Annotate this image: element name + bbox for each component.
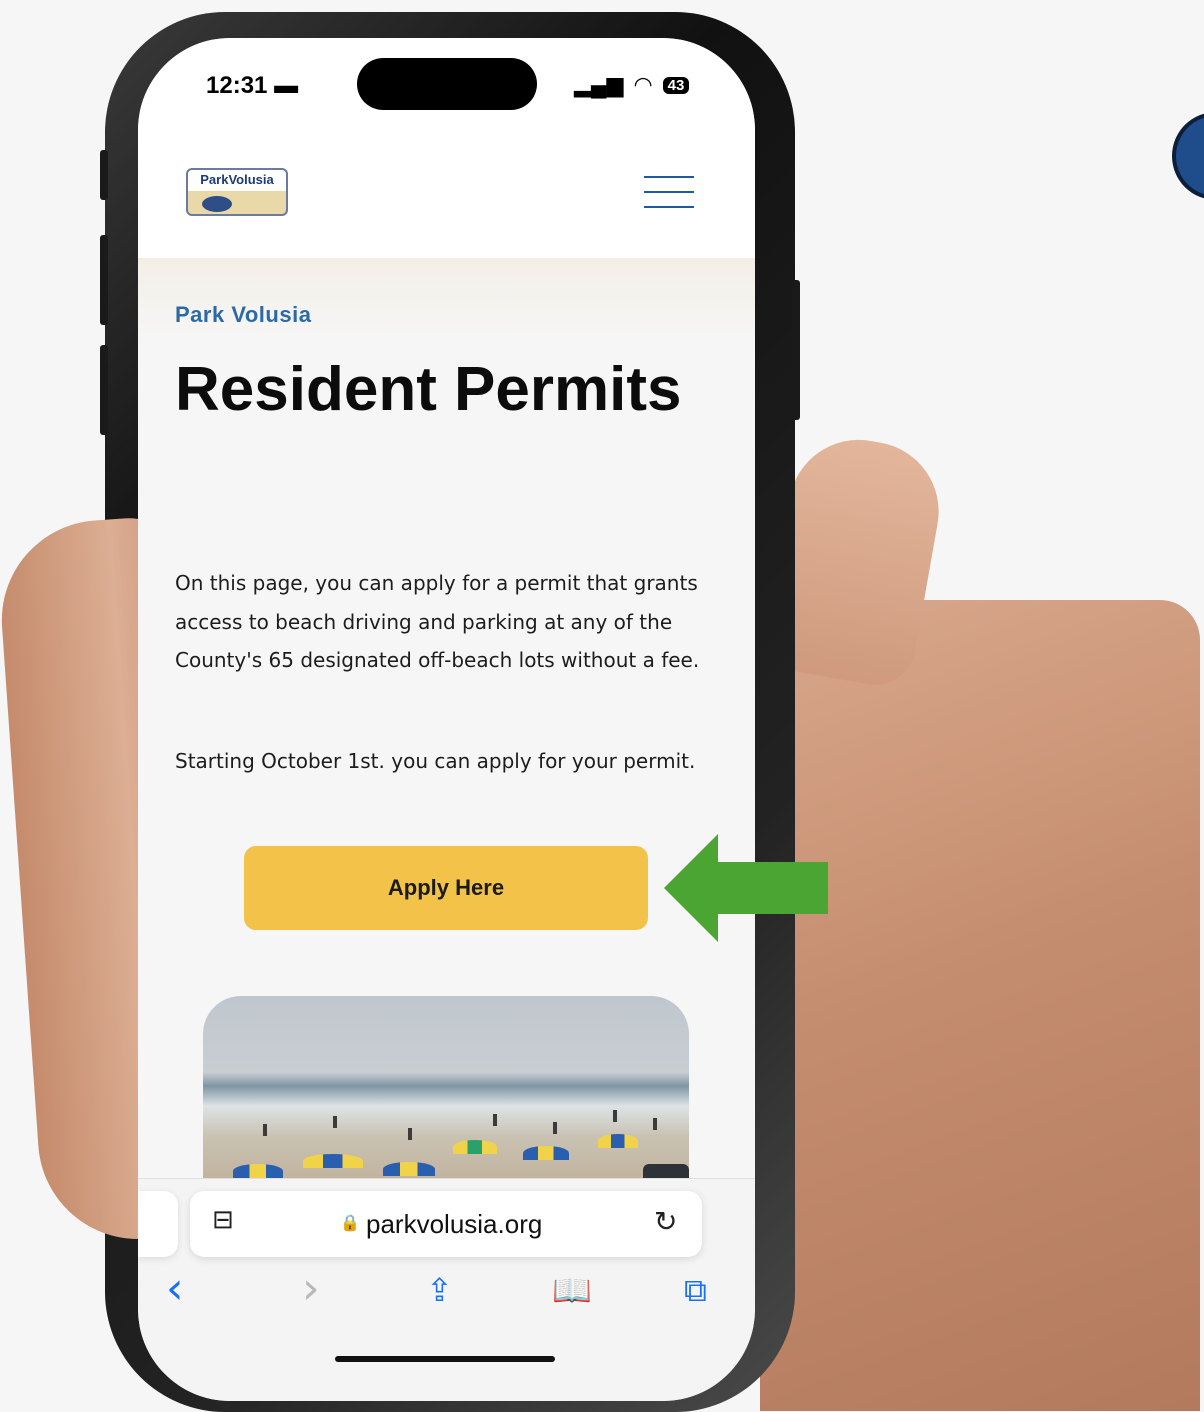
parkvolusia-logo[interactable]: ParkVolusia [186,168,288,216]
page-title: Resident Permits [175,355,682,424]
phone-screen: 12:31 ▬ ▂▄▆ ◠ 43 ParkVolusia Park Volusi… [138,38,755,1401]
safari-toolbar: ⊟ 🔒 parkvolusia.org ↻ ‹ › ⇪ 📖 ⧉ [138,1178,755,1401]
main-content: Park Volusia Resident Permits On this pa… [138,258,755,1258]
signal-icon: ▂▄▆ [574,72,624,97]
site-header: ParkVolusia [138,128,755,258]
forward-icon[interactable]: › [302,1263,320,1314]
tabs-icon[interactable]: ⧉ [684,1271,707,1310]
eyebrow-label: Park Volusia [175,302,312,327]
page-menu-icon[interactable]: ⊟ [212,1205,234,1235]
status-icons: ▂▄▆ ◠ 43 [574,72,690,98]
lock-icon: 🔒 [340,1213,360,1232]
logo-seal [202,196,232,212]
battery-icon: 43 [662,76,690,94]
apply-here-button[interactable]: Apply Here [244,846,648,930]
reload-icon[interactable]: ↻ [654,1205,677,1238]
wifi-icon: ◠ [633,72,653,97]
green-arrow-annotation [664,834,828,942]
url-text[interactable]: parkvolusia.org [366,1209,542,1240]
hand-palm [760,600,1200,1411]
dynamic-island [357,58,537,110]
previous-tab-peek[interactable] [138,1191,178,1257]
logo-text: ParkVolusia [200,172,274,187]
phone-volume-up [100,235,108,325]
hamburger-menu-icon[interactable] [644,176,694,208]
address-bar[interactable]: ⊟ 🔒 parkvolusia.org ↻ [190,1191,702,1257]
phone-side-button [100,150,108,200]
bookmarks-icon[interactable]: 📖 [552,1271,592,1309]
share-icon[interactable]: ⇪ [426,1271,453,1309]
intro-paragraph: On this page, you can apply for a permit… [175,571,700,672]
start-date-paragraph: Starting October 1st. you can apply for … [175,749,696,773]
status-bar: 12:31 ▬ ▂▄▆ ◠ 43 [138,38,755,128]
back-icon[interactable]: ‹ [166,1263,184,1314]
beach-photo [203,996,689,1196]
phone-volume-down [100,345,108,435]
bed-icon: ▬ [274,72,299,99]
status-time: 12:31 ▬ [206,72,299,99]
blue-circle-decoration [1172,112,1204,200]
phone-power-button [792,280,800,420]
home-indicator [335,1356,555,1362]
